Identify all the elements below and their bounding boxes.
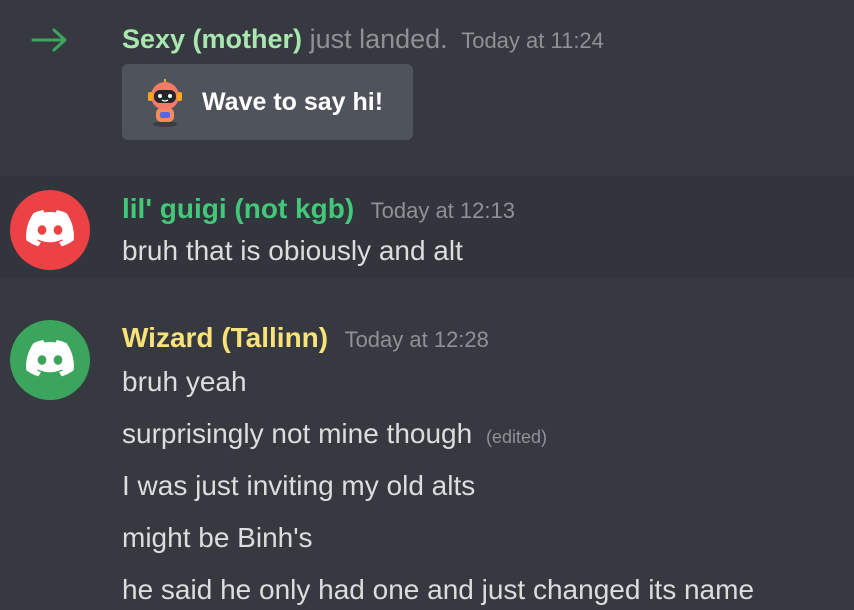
join-timestamp: Today at 11:24 — [461, 28, 604, 53]
message-content: I was just inviting my old alts — [122, 470, 476, 501]
join-line: Sexy (mother) just landed. Today at 11:2… — [122, 22, 604, 58]
message-text: I was just inviting my old alts — [122, 468, 475, 504]
avatar[interactable] — [10, 190, 90, 270]
username[interactable]: lil' guigi (not kgb) — [122, 193, 354, 224]
message-text: bruh yeah — [122, 364, 247, 400]
message-content: surprisingly not mine though — [122, 418, 473, 449]
message-group: lil' guigi (not kgb) Today at 12:13 bruh… — [0, 176, 854, 278]
avatar[interactable] — [10, 320, 90, 400]
chat-messages: Sexy (mother) just landed. Today at 11:2… — [0, 0, 854, 610]
wave-robot-sticker-icon — [148, 79, 182, 127]
message-group: Wizard (Tallinn) Today at 12:28 bruh yea… — [0, 278, 854, 610]
wave-button[interactable]: Wave to say hi! — [122, 64, 413, 140]
join-username[interactable]: Sexy (mother) — [122, 24, 302, 54]
join-system-message: Sexy (mother) just landed. Today at 11:2… — [0, 0, 854, 160]
username[interactable]: Wizard (Tallinn) — [122, 322, 328, 353]
message-header: Wizard (Tallinn) Today at 12:28 — [122, 320, 489, 361]
message-content: he said he only had one and just changed… — [122, 574, 755, 605]
join-text: just landed. — [309, 24, 448, 54]
message-header: lil' guigi (not kgb) Today at 12:13 — [122, 191, 515, 232]
message-text: might be Binh's — [122, 520, 313, 556]
message-content: bruh yeah — [122, 366, 247, 397]
timestamp: Today at 12:28 — [344, 327, 489, 352]
message-content: bruh that is obiously and alt — [122, 235, 463, 266]
wave-button-label: Wave to say hi! — [202, 88, 384, 116]
discord-logo-icon — [26, 340, 74, 377]
discord-logo-icon — [26, 210, 74, 247]
edited-label: (edited) — [485, 427, 548, 447]
message-text: surprisingly not mine though (edited) — [122, 416, 547, 455]
join-arrow-icon — [31, 28, 67, 52]
timestamp: Today at 12:13 — [370, 198, 515, 223]
message-content: might be Binh's — [122, 522, 313, 553]
message-text: bruh that is obiously and alt — [122, 233, 463, 269]
message-text: he said he only had one and just changed… — [122, 572, 754, 608]
